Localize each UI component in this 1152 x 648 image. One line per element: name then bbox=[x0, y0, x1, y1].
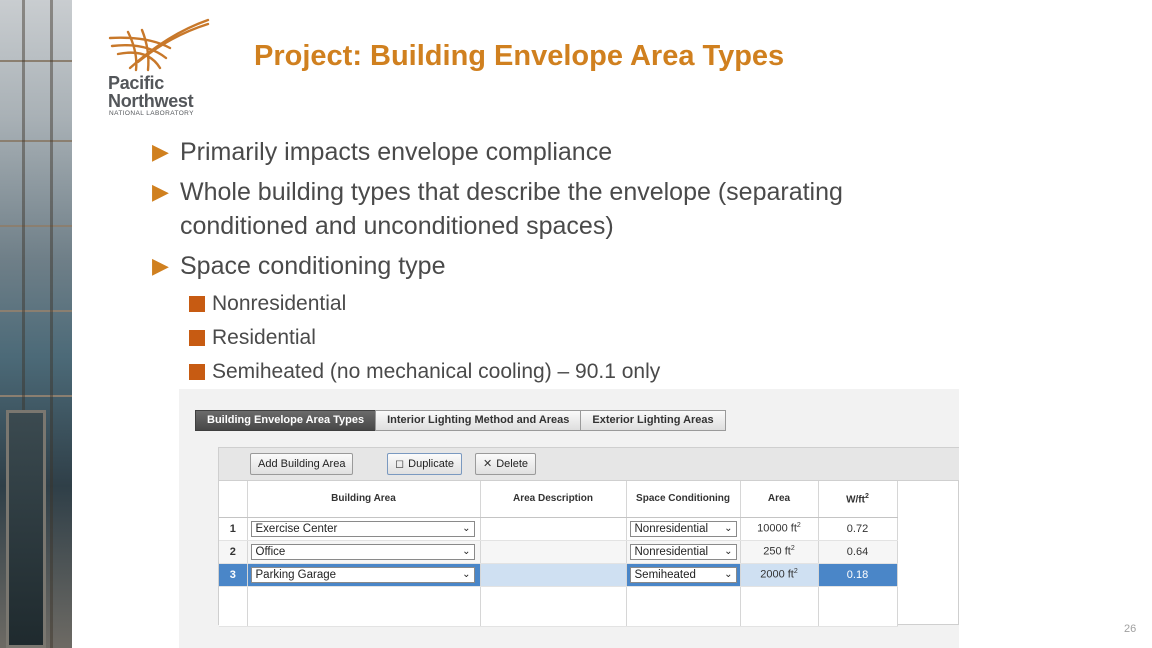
bullet-list: ▶ Primarily impacts envelope compliance … bbox=[152, 135, 952, 391]
logo-line-1: Pacific bbox=[108, 73, 164, 93]
space-conditioning-select[interactable]: Nonresidential ⌄ bbox=[629, 543, 737, 560]
building-area-value: Office bbox=[255, 545, 286, 558]
logo-mark-icon bbox=[108, 18, 210, 72]
square-bullet-icon bbox=[189, 330, 205, 346]
add-button-label: Add Building Area bbox=[258, 458, 346, 470]
space-conditioning-select[interactable]: Nonresidential ⌄ bbox=[629, 520, 737, 537]
column-header-wft[interactable]: W/ft2 bbox=[818, 481, 898, 518]
space-conditioning-value: Semiheated bbox=[634, 568, 696, 581]
chevron-down-icon: ⌄ bbox=[724, 522, 733, 534]
chevron-down-icon: ⌄ bbox=[462, 522, 471, 534]
tab-exterior-lighting[interactable]: Exterior Lighting Areas bbox=[580, 410, 726, 431]
column-header-space-conditioning[interactable]: Space Conditioning bbox=[626, 481, 741, 518]
area-superscript: 2 bbox=[796, 522, 801, 530]
square-bullet-icon bbox=[189, 296, 205, 312]
bullet-text: Whole building types that describe the e… bbox=[180, 178, 843, 240]
tab-interior-lighting[interactable]: Interior Lighting Method and Areas bbox=[375, 410, 581, 431]
bullet-text: Space conditioning type bbox=[180, 252, 446, 280]
space-conditioning-cell: Semiheated ⌄ bbox=[626, 563, 741, 587]
logo-line-3: NATIONAL LABORATORY bbox=[109, 110, 194, 117]
area-description-cell[interactable] bbox=[480, 517, 627, 541]
column-header-area[interactable]: Area bbox=[740, 481, 819, 518]
area-cell[interactable]: 250 ft2 bbox=[740, 540, 819, 564]
row-number-header bbox=[219, 481, 248, 518]
delete-button-label: Delete bbox=[496, 458, 529, 470]
space-conditioning-select[interactable]: Semiheated ⌄ bbox=[629, 566, 737, 583]
space-conditioning-value: Nonresidential bbox=[634, 545, 709, 558]
triangle-bullet-icon: ▶ bbox=[152, 139, 169, 164]
wft-cell: 0.64 bbox=[818, 540, 898, 564]
comcheck-app-screenshot: Building Envelope Area Types Interior Li… bbox=[179, 389, 959, 648]
building-area-select[interactable]: Exercise Center ⌄ bbox=[250, 520, 475, 537]
chevron-down-icon: ⌄ bbox=[724, 568, 733, 580]
duplicate-icon: ◻ bbox=[395, 458, 405, 470]
logo-line-2: Northwest bbox=[108, 91, 194, 111]
wft-superscript: 2 bbox=[864, 492, 869, 500]
column-header-area-description[interactable]: Area Description bbox=[480, 481, 627, 518]
square-bullet-icon bbox=[189, 364, 205, 380]
area-panel: Add Building Area ◻ Duplicate ✕ Delete Bui… bbox=[218, 447, 959, 627]
building-photo bbox=[0, 0, 72, 648]
building-area-cell: Parking Garage ⌄ bbox=[247, 563, 481, 587]
pnnl-logo: Pacific Northwest NATIONAL LABORATORY bbox=[108, 18, 212, 118]
area-cell[interactable]: 2000 ft2 bbox=[740, 563, 819, 587]
empty-row bbox=[219, 586, 898, 627]
area-superscript: 2 bbox=[790, 545, 795, 553]
area-description-cell[interactable] bbox=[480, 563, 627, 587]
space-conditioning-value: Nonresidential bbox=[634, 522, 709, 535]
chevron-down-icon: ⌄ bbox=[462, 545, 471, 557]
building-area-cell: Office ⌄ bbox=[247, 540, 481, 564]
building-area-cell: Exercise Center ⌄ bbox=[247, 517, 481, 541]
tab-building-envelope-area-types[interactable]: Building Envelope Area Types bbox=[195, 410, 376, 431]
bullet-item: ▶ Whole building types that describe the… bbox=[152, 175, 952, 243]
duplicate-button-label: Duplicate bbox=[408, 458, 454, 470]
tab-bar: Building Envelope Area Types Interior Li… bbox=[195, 410, 726, 431]
duplicate-button[interactable]: ◻ Duplicate bbox=[387, 453, 462, 475]
sub-bullet-item: Residential bbox=[152, 323, 952, 352]
bullet-item: ▶ Space conditioning type bbox=[152, 249, 952, 283]
space-conditioning-cell: Nonresidential ⌄ bbox=[626, 540, 741, 564]
row-number: 2 bbox=[219, 540, 248, 564]
toolbar: Add Building Area ◻ Duplicate ✕ Delete bbox=[219, 448, 959, 481]
table-header-row: Building Area Area Description Space Con… bbox=[219, 481, 898, 518]
page-number: 26 bbox=[1124, 623, 1137, 635]
row-number: 3 bbox=[219, 563, 248, 587]
building-area-select[interactable]: Office ⌄ bbox=[250, 543, 475, 560]
chevron-down-icon: ⌄ bbox=[724, 545, 733, 557]
bullet-item: ▶ Primarily impacts envelope compliance bbox=[152, 135, 952, 169]
delete-button[interactable]: ✕ Delete bbox=[475, 453, 537, 475]
sub-bullet-item: Semiheated (no mechanical cooling) – 90.… bbox=[152, 357, 952, 386]
triangle-bullet-icon: ▶ bbox=[152, 253, 169, 278]
wft-cell: 0.18 bbox=[818, 563, 898, 587]
table-row[interactable]: 2 Office ⌄ Nonresidential ⌄ 250 ft2 0.64 bbox=[219, 540, 898, 564]
row-number: 1 bbox=[219, 517, 248, 541]
table-row[interactable]: 1 Exercise Center ⌄ Nonresidential ⌄ 10000… bbox=[219, 517, 898, 541]
wft-header-label: W/ft bbox=[846, 493, 865, 505]
building-area-table: Building Area Area Description Space Con… bbox=[219, 481, 898, 627]
sub-bullet-text: Semiheated (no mechanical cooling) – 90.… bbox=[212, 360, 661, 383]
building-area-value: Parking Garage bbox=[255, 568, 337, 581]
area-description-cell[interactable] bbox=[480, 540, 627, 564]
building-area-select[interactable]: Parking Garage ⌄ bbox=[250, 566, 475, 583]
sub-bullet-text: Nonresidential bbox=[212, 292, 347, 315]
area-superscript: 2 bbox=[793, 568, 798, 576]
bullet-text: Primarily impacts envelope compliance bbox=[180, 138, 613, 166]
column-header-building-area[interactable]: Building Area bbox=[247, 481, 481, 518]
sub-bullet-item: Nonresidential bbox=[152, 289, 952, 318]
space-conditioning-cell: Nonresidential ⌄ bbox=[626, 517, 741, 541]
chevron-down-icon: ⌄ bbox=[462, 568, 471, 580]
page-title: Project: Building Envelope Area Types bbox=[254, 40, 785, 72]
triangle-bullet-icon: ▶ bbox=[152, 179, 169, 204]
sub-bullet-text: Residential bbox=[212, 326, 316, 349]
close-icon: ✕ bbox=[483, 458, 493, 470]
wft-cell: 0.72 bbox=[818, 517, 898, 541]
area-value: 250 ft bbox=[763, 545, 791, 558]
area-cell[interactable]: 10000 ft2 bbox=[740, 517, 819, 541]
area-value: 10000 ft bbox=[757, 522, 797, 535]
table-row-selected[interactable]: 3 Parking Garage ⌄ Semiheated ⌄ 2000 ft2 0… bbox=[219, 563, 898, 587]
area-value: 2000 ft bbox=[760, 568, 794, 581]
add-building-area-button[interactable]: Add Building Area bbox=[250, 453, 354, 475]
building-area-value: Exercise Center bbox=[255, 522, 338, 535]
